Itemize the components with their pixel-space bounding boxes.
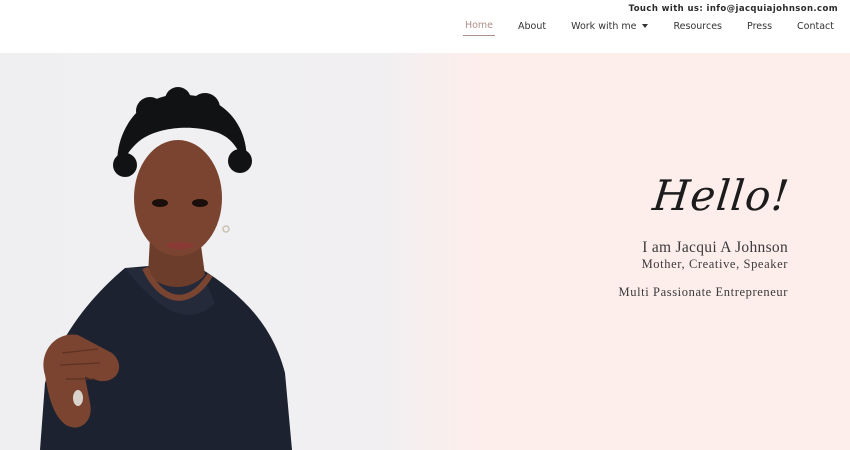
nav-home-label: Home xyxy=(464,20,494,31)
hero-greeting: Hello! xyxy=(650,171,793,220)
nav-about[interactable]: About xyxy=(516,19,548,36)
nav-resources-label: Resources xyxy=(673,20,723,32)
hero-tagline: Multi Passionate Entrepreneur xyxy=(618,285,788,299)
caret-down-icon xyxy=(642,24,649,28)
contact-email-link[interactable]: Touch with us: info@jacquiajohnson.com xyxy=(629,4,838,14)
hero-roles: Mother, Creative, Speaker xyxy=(641,257,788,271)
nav-contact[interactable]: Contact xyxy=(795,19,836,36)
hero-name: I am Jacqui A Johnson xyxy=(642,239,788,256)
nav-work-with-me[interactable]: Work with me xyxy=(569,19,650,36)
hero-section: Hello! I am Jacqui A Johnson Mother, Cre… xyxy=(0,53,850,450)
hero-intro: I am Jacqui A Johnson Mother, Creative, … xyxy=(619,239,788,300)
nav-contact-label: Contact xyxy=(797,20,834,32)
nav-home[interactable]: Home xyxy=(462,18,496,36)
nav-resources[interactable]: Resources xyxy=(671,19,724,36)
main-nav: Home About Work with me Resources Press … xyxy=(442,18,836,36)
nav-work-with-me-label: Work with me xyxy=(571,20,637,32)
nav-press-label: Press xyxy=(747,20,773,32)
portrait-image xyxy=(40,87,292,450)
site-header: Touch with us: info@jacquiajohnson.com H… xyxy=(0,0,850,53)
nav-press[interactable]: Press xyxy=(745,19,774,36)
nav-about-label: About xyxy=(518,20,547,32)
